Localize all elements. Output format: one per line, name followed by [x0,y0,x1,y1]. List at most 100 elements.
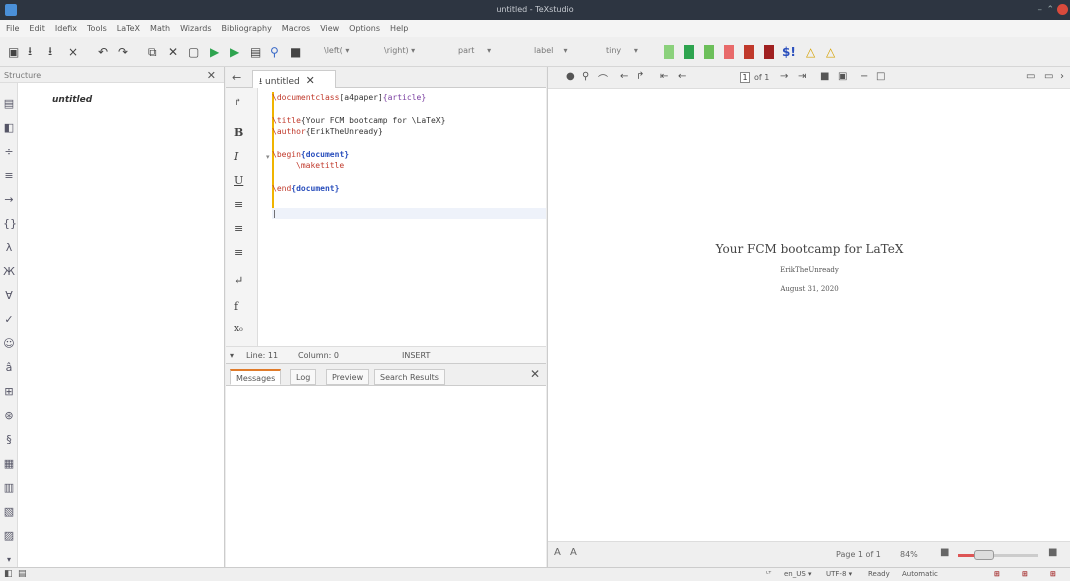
tikz-icon[interactable]: § [3,433,15,447]
zoom-level[interactable]: 84% [900,550,918,559]
left-delim-dropdown[interactable]: \left( ▾ [324,46,349,55]
sync-icon[interactable]: ● [566,71,575,82]
spellcheck-icon[interactable]: ᴸᵀ [766,570,771,578]
bookmark-icon[interactable]: ◧ [3,121,15,135]
open-icon[interactable]: ⭳ [28,43,32,61]
zoom-fit-icon[interactable]: ■ [940,547,949,558]
close-window-button[interactable] [1057,4,1068,15]
special-icon[interactable]: ☺ [3,337,15,351]
italic-icon[interactable]: I [234,150,248,163]
menu-tools[interactable]: Tools [87,24,107,33]
sidepanel-toggle-icon[interactable]: ◧ [4,569,13,579]
stmaryrd-icon[interactable]: ⊛ [3,409,15,423]
greek-icon[interactable]: λ [3,241,15,255]
bookmark-3-icon[interactable]: ⊞ [1050,570,1056,578]
copy-icon[interactable]: ⧉ [148,43,157,61]
minimize-icon[interactable]: – [1038,5,1043,15]
tab-close-icon[interactable]: ✕ [306,74,315,87]
fit-width-icon[interactable]: ▣ [838,71,847,82]
close-viewer-icon[interactable]: › [1060,71,1064,82]
window-mode-icon[interactable]: ▭ [1026,71,1035,82]
fit-page-icon[interactable]: ■ [820,71,829,82]
cut-icon[interactable]: ✕ [168,43,178,61]
scroll-down-icon[interactable]: ▾ [3,553,15,567]
label-dropdown[interactable]: label ▾ [534,46,568,55]
tab-log[interactable]: Log [290,369,317,385]
fold-marker-icon[interactable]: ▾ [266,153,270,161]
asymptote-icon[interactable]: ▧ [3,505,15,519]
pstricks-icon[interactable]: ▦ [3,457,15,471]
bold-icon[interactable]: B [234,126,248,139]
underline-icon[interactable]: U [234,174,248,187]
align-center-icon[interactable]: ≡ [234,222,248,235]
tab-untitled[interactable]: ⭳ untitled ✕ [252,70,336,88]
warning-2-icon[interactable]: △ [826,43,835,61]
encoding-indicator[interactable]: UTF-8 ▾ [826,570,852,578]
structure-item-untitled[interactable]: untitled [52,95,92,105]
newline-icon[interactable]: ↵ [234,274,248,287]
cyrillic-icon[interactable]: Ж [3,265,15,279]
menu-wizards[interactable]: Wizards [180,24,211,33]
forward-arrow-icon[interactable]: ↱ [636,71,644,82]
align-right-icon[interactable]: ≡ [234,246,248,259]
menu-help[interactable]: Help [390,24,408,33]
misc-math-icon[interactable]: ∀ [3,289,15,303]
misc-text-icon[interactable]: ✓ [3,313,15,327]
subscript-icon[interactable]: x₀ [234,324,248,334]
tab-messages[interactable]: Messages [230,369,282,385]
page-number-input[interactable]: 1 [740,72,750,83]
align-left-icon[interactable]: ≡ [234,198,248,211]
row-icon[interactable] [724,43,734,61]
view-icon[interactable]: ⚲ [270,43,279,61]
menu-bibliography[interactable]: Bibliography [222,24,272,33]
zoom-in-icon[interactable]: ■ [1048,547,1057,558]
align-icon[interactable]: $! [782,43,796,61]
menu-latex[interactable]: LaTeX [117,24,140,33]
delete-column-icon[interactable] [764,43,774,61]
code-editor[interactable]: \documentclass[a4paper]{article} \title{… [272,88,546,346]
section-dropdown[interactable]: part ▾ [458,46,491,55]
bookmark-1-icon[interactable]: ⊞ [994,570,1000,578]
stop-icon[interactable]: ■ [290,43,301,61]
menu-options[interactable]: Options [349,24,380,33]
footnote-icon[interactable]: f [234,300,248,313]
tab-preview[interactable]: Preview [326,369,370,385]
bookmark-2-icon[interactable]: ⊞ [1022,570,1028,578]
zoom-out-icon[interactable]: − [860,71,868,82]
font-size-up-icon[interactable]: A [570,547,577,558]
size-dropdown[interactable]: tiny ▾ [606,46,638,55]
undo-icon[interactable]: ↶ [98,43,108,61]
arrows-icon[interactable]: → [3,193,15,207]
font-size-down-icon[interactable]: A [554,547,561,558]
mode-indicator[interactable]: Automatic [902,570,938,578]
operators-icon[interactable]: ÷ [3,145,15,159]
menu-idefix[interactable]: Idefix [55,24,77,33]
column-icon[interactable] [684,43,694,61]
language-indicator[interactable]: en_US ▾ [784,570,812,578]
embed-icon[interactable]: ▭ [1044,71,1053,82]
next-page-icon[interactable]: → [780,71,788,82]
menu-view[interactable]: View [320,24,339,33]
redo-icon[interactable]: ↷ [118,43,128,61]
paste-icon[interactable]: ▢ [188,43,199,61]
back-arrow-icon[interactable]: ← [620,71,628,82]
right-delim-dropdown[interactable]: \right) ▾ [384,46,415,55]
save-icon[interactable]: ⭳ [48,43,52,61]
redo-icon-side[interactable]: ↱ [234,98,248,108]
metapost-icon[interactable]: ▥ [3,481,15,495]
compile-icon[interactable]: ▶ [230,43,239,61]
beamer-icon[interactable]: ▨ [3,529,15,543]
last-page-icon[interactable]: ⇥ [798,71,806,82]
zoom-icon[interactable]: ⚲ [582,71,589,82]
add-column-icon[interactable] [704,43,714,61]
first-page-icon[interactable]: ⇤ [660,71,668,82]
zoom-slider[interactable] [958,550,1038,560]
new-file-icon[interactable]: ▣ [8,43,19,61]
accent-icon[interactable]: â [3,361,15,375]
menu-math[interactable]: Math [150,24,170,33]
messages-toggle-icon[interactable]: ▤ [18,569,27,579]
tab-search-results[interactable]: Search Results [374,369,445,385]
menu-macros[interactable]: Macros [282,24,310,33]
wasy-icon[interactable]: ⊞ [3,385,15,399]
status-expand-icon[interactable]: ▾ [230,351,234,360]
